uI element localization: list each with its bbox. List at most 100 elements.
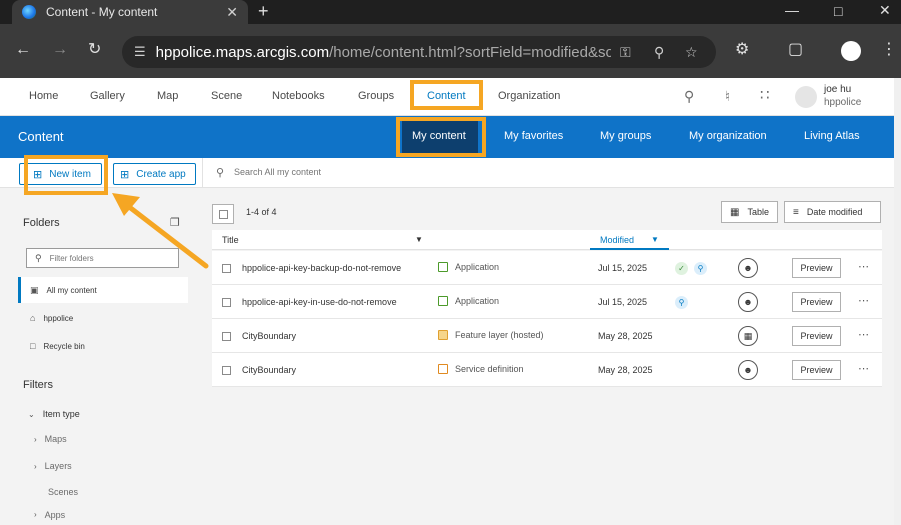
chevron-right-icon: › xyxy=(34,461,37,471)
share-owner-icon[interactable]: ☻ xyxy=(738,258,758,278)
app-launcher-icon[interactable]: ∷ xyxy=(760,86,770,104)
filter-folders-field[interactable]: ⚲ xyxy=(26,248,179,268)
nav-gallery[interactable]: Gallery xyxy=(90,90,125,102)
filter-label: Maps xyxy=(44,434,67,444)
more-options-icon[interactable]: ⋯ xyxy=(858,328,870,341)
row-checkbox[interactable] xyxy=(222,298,231,307)
folder-recycle-bin[interactable]: □ Recycle bin xyxy=(18,333,188,359)
table-row[interactable]: hppolice-api-key-in-use-do-not-remove Ap… xyxy=(212,285,882,319)
preview-button[interactable]: Preview xyxy=(792,360,841,380)
back-icon[interactable]: ← xyxy=(15,42,31,58)
browser-menu-icon[interactable]: ⋮ xyxy=(881,42,897,58)
more-options-icon[interactable]: ⋯ xyxy=(858,294,870,307)
item-count: 1-4 of 4 xyxy=(246,207,277,217)
share-owner-icon[interactable]: ☻ xyxy=(738,360,758,380)
item-type: Service definition xyxy=(438,364,524,374)
new-item-button[interactable]: ⊞ New item xyxy=(19,163,102,185)
filter-folders-input[interactable] xyxy=(49,253,170,263)
new-tab-button[interactable]: + xyxy=(258,1,269,22)
filter-search-icon: ⚲ xyxy=(35,252,42,263)
page-scrollbar[interactable] xyxy=(894,78,901,525)
more-options-icon[interactable]: ⋯ xyxy=(858,362,870,375)
application-icon xyxy=(438,262,448,272)
tab-search-icon[interactable]: ▢ xyxy=(788,42,803,58)
nav-home[interactable]: Home xyxy=(29,90,58,102)
view-table-button[interactable]: ▦ Table xyxy=(721,201,778,223)
application-icon xyxy=(438,296,448,306)
tab-my-favorites[interactable]: My favorites xyxy=(504,130,563,142)
search-content-icon: ⚲ xyxy=(216,167,225,179)
modified-sort-caret-icon[interactable]: ▼ xyxy=(651,235,659,244)
item-type-label: Application xyxy=(455,296,500,306)
tab-close-icon[interactable]: ✕ xyxy=(226,4,238,21)
address-bar[interactable]: ☰ hppolice.maps.arcgis.com/home/content.… xyxy=(122,36,716,68)
nav-map[interactable]: Map xyxy=(157,90,178,102)
item-title[interactable]: CityBoundary xyxy=(242,365,296,375)
profile-avatar[interactable] xyxy=(841,41,861,61)
select-all-checkbox[interactable] xyxy=(212,204,234,224)
sort-date-modified-button[interactable]: ≡ Date modified xyxy=(784,201,881,223)
filter-label: Apps xyxy=(44,510,66,520)
window-close-icon[interactable]: ✕ xyxy=(879,2,891,19)
feature-layer-icon xyxy=(438,330,448,340)
chevron-right-icon: › xyxy=(34,510,37,519)
table-row[interactable]: CityBoundary Feature layer (hosted) May … xyxy=(212,319,882,353)
filter-apps[interactable]: › Apps xyxy=(34,510,65,525)
item-type: Application xyxy=(438,262,499,272)
extensions-icon[interactable]: ⚙ xyxy=(735,42,749,58)
table-row[interactable]: CityBoundary Service definition May 28, … xyxy=(212,353,882,387)
item-title[interactable]: hppolice-api-key-in-use-do-not-remove xyxy=(242,297,397,307)
tab-living-atlas[interactable]: Living Atlas xyxy=(804,130,860,142)
user-name[interactable]: joe hu xyxy=(824,84,851,95)
minimize-icon[interactable]: — xyxy=(785,2,799,18)
sort-lines-icon: ≡ xyxy=(793,206,799,218)
row-checkbox[interactable] xyxy=(222,366,231,375)
filter-scenes[interactable]: Scenes xyxy=(48,487,78,497)
add-folder-icon[interactable]: ❐ xyxy=(170,216,180,229)
bookmark-star-icon[interactable]: ☆ xyxy=(685,44,698,61)
title-sort-caret-icon[interactable]: ▼ xyxy=(415,235,423,244)
folder-all-my-content[interactable]: ▣ All my content xyxy=(18,277,188,303)
maximize-icon[interactable]: □ xyxy=(834,3,842,19)
nav-organization[interactable]: Organization xyxy=(498,90,560,102)
create-app-button[interactable]: ⊞ Create app xyxy=(113,163,196,185)
share-owner-icon[interactable]: ☻ xyxy=(738,292,758,312)
key-icon[interactable]: ⚿ xyxy=(620,44,631,61)
filter-item-type[interactable]: ⌄ Item type xyxy=(28,409,80,419)
search-icon[interactable]: ⚲ xyxy=(684,88,694,105)
search-content-input[interactable] xyxy=(234,167,534,177)
table-row[interactable]: hppolice-api-key-backup-do-not-remove Ap… xyxy=(212,251,882,285)
site-info-icon[interactable]: ☰ xyxy=(134,44,146,60)
col-title-header[interactable]: Title xyxy=(222,235,239,245)
browser-tab[interactable]: Content - My content ✕ xyxy=(12,0,248,24)
nav-scene[interactable]: Scene xyxy=(211,90,242,102)
forward-icon[interactable]: → xyxy=(52,42,68,58)
more-options-icon[interactable]: ⋯ xyxy=(858,260,870,273)
zoom-icon[interactable]: ⚲ xyxy=(654,44,664,61)
item-title[interactable]: CityBoundary xyxy=(242,331,296,341)
user-avatar[interactable] xyxy=(795,86,817,108)
notifications-bell-icon[interactable]: ♮ xyxy=(725,88,730,105)
api-key-icon: ⚲ xyxy=(675,296,688,309)
row-checkbox[interactable] xyxy=(222,264,231,273)
tab-my-groups[interactable]: My groups xyxy=(600,130,651,142)
reload-icon[interactable]: ↻ xyxy=(88,42,101,58)
tab-my-organization[interactable]: My organization xyxy=(689,130,767,142)
filter-layers[interactable]: › Layers xyxy=(34,461,72,471)
filter-maps[interactable]: › Maps xyxy=(34,434,67,444)
preview-button[interactable]: Preview xyxy=(792,292,841,312)
nav-content[interactable]: Content xyxy=(427,90,466,102)
nav-groups[interactable]: Groups xyxy=(358,90,394,102)
service-definition-icon xyxy=(438,364,448,374)
folder-hppolice[interactable]: ⌂ hppolice xyxy=(18,305,188,331)
tab-my-content[interactable]: My content xyxy=(412,130,466,142)
col-modified-header[interactable]: Modified xyxy=(600,235,634,245)
share-organization-icon[interactable]: ▦ xyxy=(738,326,758,346)
row-checkbox[interactable] xyxy=(222,332,231,341)
table-header: Title ▼ Modified ▼ xyxy=(212,230,882,250)
browser-tab-strip: Content - My content ✕ + — □ ✕ xyxy=(0,0,901,24)
preview-button[interactable]: Preview xyxy=(792,326,841,346)
item-title[interactable]: hppolice-api-key-backup-do-not-remove xyxy=(242,263,401,273)
nav-notebooks[interactable]: Notebooks xyxy=(272,90,325,102)
preview-button[interactable]: Preview xyxy=(792,258,841,278)
